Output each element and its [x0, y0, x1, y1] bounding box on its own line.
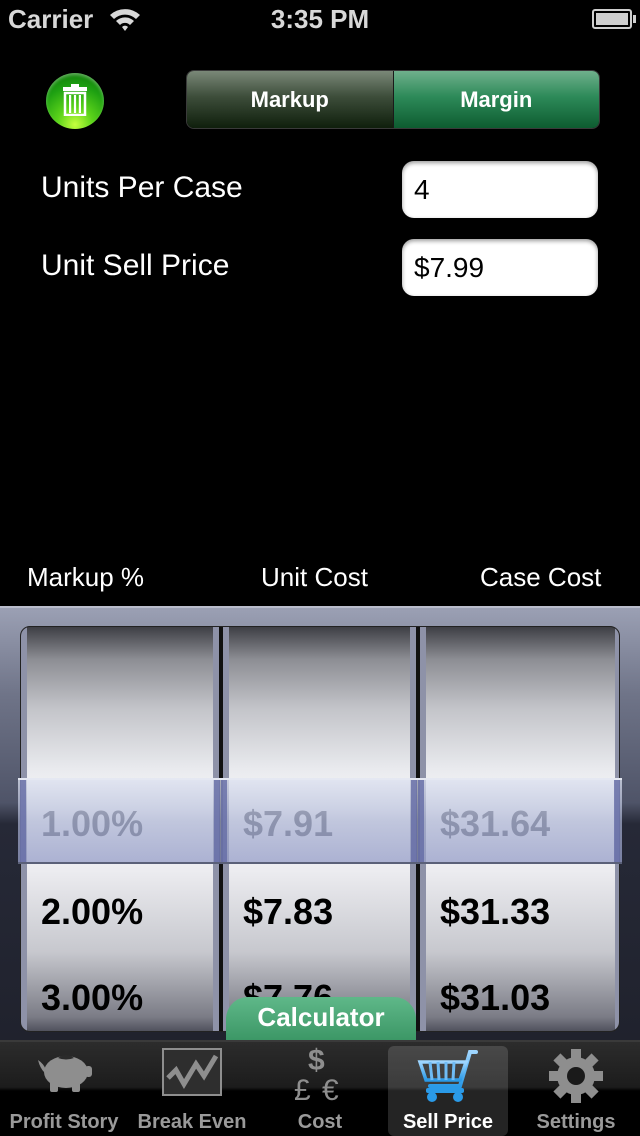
picker-wheel-markup[interactable]: 1.00% 2.00% 3.00%	[21, 627, 219, 1031]
picker-row[interactable]: $7.83	[243, 891, 333, 933]
picker-row[interactable]: 2.00%	[41, 891, 143, 933]
unit-sell-price-label: Unit Sell Price	[41, 249, 230, 282]
tab-bar: Profit Story Break Even $ £ € Cost Sell …	[0, 1040, 640, 1136]
tab-label: Break Even	[137, 1111, 247, 1133]
piggy-bank-icon	[38, 1055, 92, 1092]
header-case-cost: Case Cost	[480, 562, 602, 592]
header-unit-cost: Unit Cost	[261, 562, 368, 592]
unit-sell-price-input[interactable]	[402, 239, 598, 296]
tab-settings[interactable]: Settings	[512, 1042, 640, 1136]
markup-margin-toggle[interactable]: Markup Margin	[186, 70, 600, 129]
gear-icon	[549, 1049, 603, 1103]
tab-cost[interactable]: $ £ € Cost	[256, 1042, 384, 1136]
picker-row[interactable]: 1.00%	[41, 803, 143, 845]
header-markup-percent: Markup %	[27, 562, 145, 592]
status-bar: Carrier 3:35 PM	[0, 0, 640, 40]
trash-button[interactable]	[46, 73, 104, 129]
tab-label: Settings	[536, 1111, 616, 1133]
picker-frame: 1.00% 2.00% 3.00% $7.91 $7.83 $7.76 $31.…	[20, 626, 620, 1032]
clock: 3:35 PM	[270, 4, 370, 34]
chart-line-icon	[162, 1048, 222, 1096]
currency-icon: $ £ €	[294, 1044, 339, 1107]
picker-row[interactable]: 3.00%	[41, 977, 143, 1019]
picker-row[interactable]: $7.91	[243, 803, 333, 845]
battery-icon	[592, 9, 636, 29]
units-per-case-label: Units Per Case	[41, 171, 243, 204]
tab-profit-story[interactable]: Profit Story	[0, 1042, 128, 1136]
tab-label: Cost	[297, 1111, 343, 1133]
picker-wheel-unit-cost[interactable]: $7.91 $7.83 $7.76	[223, 627, 416, 1031]
tab-label: Profit Story	[9, 1111, 119, 1133]
tab-label: Sell Price	[402, 1111, 494, 1133]
tab-sell-price[interactable]: Sell Price	[384, 1042, 512, 1136]
value-picker: 1.00% 2.00% 3.00% $7.91 $7.83 $7.76 $31.…	[0, 606, 640, 1040]
units-per-case-input[interactable]	[402, 161, 598, 218]
picker-column-headers: Markup % Unit Cost Case Cost	[0, 560, 640, 600]
trash-icon	[63, 84, 87, 116]
shopping-cart-icon	[417, 1050, 478, 1102]
picker-row[interactable]: $31.03	[440, 977, 550, 1019]
tab-break-even[interactable]: Break Even	[128, 1042, 256, 1136]
picker-row[interactable]: $31.64	[440, 803, 550, 845]
picker-row[interactable]: $31.33	[440, 891, 550, 933]
segment-markup[interactable]: Markup	[187, 71, 394, 128]
picker-wheel-case-cost[interactable]: $31.64 $31.33 $31.03	[420, 627, 619, 1031]
segment-margin[interactable]: Margin	[393, 71, 599, 128]
calculator-button[interactable]: Calculator	[226, 997, 416, 1040]
